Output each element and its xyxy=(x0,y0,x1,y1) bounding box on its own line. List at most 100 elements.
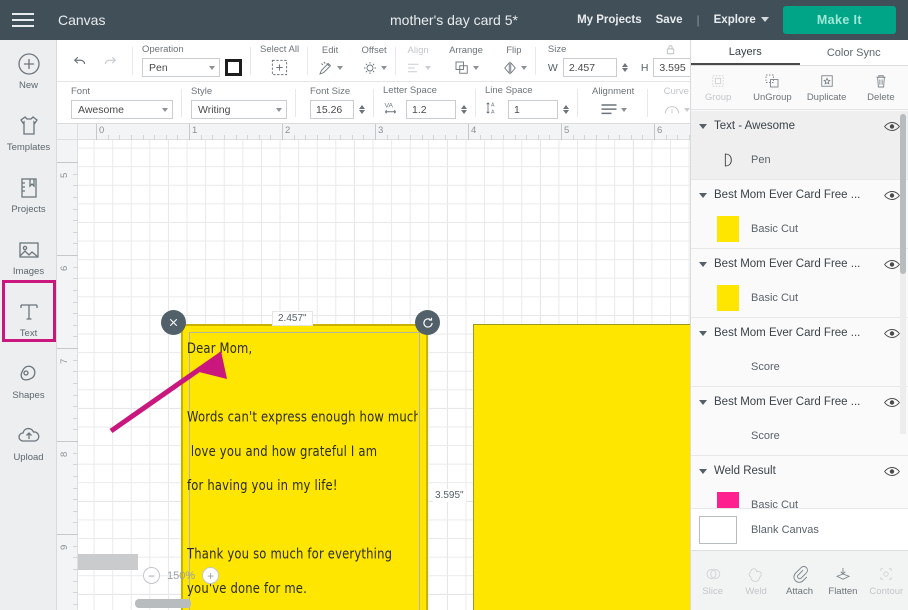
offset-group: Offset xyxy=(352,40,397,82)
delete-button[interactable]: Delete xyxy=(854,66,908,109)
curve-icon[interactable] xyxy=(662,100,691,120)
blank-canvas-row[interactable]: Blank Canvas xyxy=(691,508,908,550)
sidebar-item-projects[interactable]: Projects xyxy=(0,164,57,226)
ruler-tick-minor xyxy=(328,135,330,140)
eye-icon[interactable] xyxy=(884,259,900,270)
ruler-corner xyxy=(57,124,78,140)
ruler-tick-minor xyxy=(73,464,78,466)
eye-icon[interactable] xyxy=(884,190,900,201)
layer-header[interactable]: Weld Result xyxy=(691,456,908,486)
layer-row[interactable]: Basic Cut xyxy=(691,279,908,317)
ruler-tick-minor xyxy=(73,522,78,524)
layer-header[interactable]: Best Mom Ever Card Free ... xyxy=(691,249,908,279)
layer-header[interactable]: Best Mom Ever Card Free ... xyxy=(691,180,908,210)
project-title[interactable]: mother's day card 5* xyxy=(390,12,518,28)
layer-group[interactable]: Weld Result Basic Cut xyxy=(691,456,908,510)
lock-icon[interactable] xyxy=(664,43,677,59)
ruler-tick-minor xyxy=(73,336,78,338)
duplicate-button[interactable]: Duplicate xyxy=(800,66,854,109)
select-all-icon[interactable] xyxy=(270,58,289,77)
chevron-down-icon[interactable] xyxy=(699,261,707,267)
arrange-icon[interactable] xyxy=(453,59,479,77)
redo-icon[interactable] xyxy=(101,52,119,70)
ungroup-button[interactable]: UnGroup xyxy=(745,66,799,109)
sidebar-item-shapes[interactable]: Shapes xyxy=(0,350,57,412)
edit-icon[interactable] xyxy=(317,59,344,77)
letter-space-stepper[interactable] xyxy=(461,105,467,114)
explore-menu[interactable]: Explore xyxy=(714,14,769,26)
eye-icon[interactable] xyxy=(884,328,900,339)
alignment-icon[interactable] xyxy=(599,100,628,120)
sidebar-item-templates[interactable]: Templates xyxy=(0,102,57,164)
layer-row[interactable]: Pen xyxy=(691,141,908,179)
offset-icon[interactable] xyxy=(361,59,388,77)
delete-handle[interactable] xyxy=(161,310,186,335)
sidebar-item-upload[interactable]: Upload xyxy=(0,412,57,474)
slice-icon xyxy=(706,568,720,579)
upload-cloud-icon xyxy=(16,423,42,449)
layer-row[interactable]: Basic Cut xyxy=(691,210,908,248)
line-space-input[interactable]: 1 xyxy=(508,100,558,119)
contour-button[interactable]: Contour xyxy=(865,551,908,610)
tab-color-sync[interactable]: Color Sync xyxy=(800,40,908,65)
sidebar-item-images[interactable]: Images xyxy=(0,226,57,288)
eye-icon[interactable] xyxy=(884,397,900,408)
design-canvas[interactable]: Dear Mom, Words can't express enough how… xyxy=(57,124,690,610)
operation-select[interactable]: Pen xyxy=(142,58,220,77)
align-icon[interactable] xyxy=(405,59,432,77)
ruler-tick-minor xyxy=(549,135,551,140)
layer-group[interactable]: Text - Awesome Pen xyxy=(691,111,908,180)
chevron-down-icon[interactable] xyxy=(699,330,707,336)
layer-header[interactable]: Best Mom Ever Card Free ... xyxy=(691,387,908,417)
width-input[interactable]: 2.457 xyxy=(562,58,617,77)
layer-group[interactable]: Best Mom Ever Card Free ... Score xyxy=(691,387,908,456)
layer-row[interactable]: Score xyxy=(691,417,908,455)
zoom-out-button[interactable]: − xyxy=(143,567,160,584)
layer-row[interactable]: Basic Cut xyxy=(691,486,908,510)
line-space-stepper[interactable] xyxy=(563,105,569,114)
letter-space-input[interactable]: 1.2 xyxy=(406,100,456,119)
font-size-input[interactable]: 15.26 xyxy=(310,100,354,119)
layer-row[interactable]: Score xyxy=(691,348,908,386)
hamburger-icon[interactable] xyxy=(0,0,46,40)
sidebar-item-new[interactable]: New xyxy=(0,40,57,102)
save-button[interactable]: Save xyxy=(656,14,683,26)
group-button[interactable]: Group xyxy=(691,66,745,109)
sidebar-item-text[interactable]: Text xyxy=(0,288,57,350)
layers-list[interactable]: Text - Awesome Pen Best Mom Ever Card Fr… xyxy=(691,111,908,510)
flatten-button[interactable]: Flatten xyxy=(821,551,864,610)
weld-button[interactable]: Weld xyxy=(734,551,777,610)
eye-icon[interactable] xyxy=(884,466,900,477)
layer-group[interactable]: Best Mom Ever Card Free ... Score xyxy=(691,318,908,387)
undo-icon[interactable] xyxy=(71,52,89,70)
layers-scrollbar[interactable] xyxy=(900,114,906,274)
my-projects-link[interactable]: My Projects xyxy=(577,14,642,26)
style-select[interactable]: Writing xyxy=(191,100,287,119)
make-it-button[interactable]: Make It xyxy=(782,6,896,34)
tab-layers[interactable]: Layers xyxy=(691,40,800,65)
ruler-tick xyxy=(57,255,78,256)
font-size-stepper[interactable] xyxy=(359,105,365,114)
ruler-tick-minor xyxy=(619,135,621,140)
zoom-in-button[interactable]: + xyxy=(202,567,220,584)
ruler-tick xyxy=(57,441,78,442)
chevron-down-icon[interactable] xyxy=(699,192,707,198)
horizontal-scrollbar[interactable] xyxy=(135,599,191,608)
chevron-down-icon[interactable] xyxy=(699,468,707,474)
flip-icon[interactable] xyxy=(501,59,527,77)
eye-icon[interactable] xyxy=(884,121,900,132)
chevron-down-icon[interactable] xyxy=(699,123,707,129)
rotate-handle[interactable] xyxy=(415,310,440,335)
flip-group: Flip xyxy=(492,40,536,82)
width-stepper[interactable] xyxy=(621,63,628,72)
slice-button[interactable]: Slice xyxy=(691,551,734,610)
font-select[interactable]: Awesome xyxy=(71,100,173,119)
attach-button[interactable]: Attach xyxy=(778,551,821,610)
chevron-down-icon[interactable] xyxy=(699,399,707,405)
layer-header[interactable]: Text - Awesome xyxy=(691,111,908,141)
layer-header[interactable]: Best Mom Ever Card Free ... xyxy=(691,318,908,348)
shape-card-back[interactable] xyxy=(473,324,690,610)
layer-group[interactable]: Best Mom Ever Card Free ... Basic Cut xyxy=(691,180,908,249)
layer-group[interactable]: Best Mom Ever Card Free ... Basic Cut xyxy=(691,249,908,318)
color-swatch[interactable] xyxy=(225,59,242,76)
